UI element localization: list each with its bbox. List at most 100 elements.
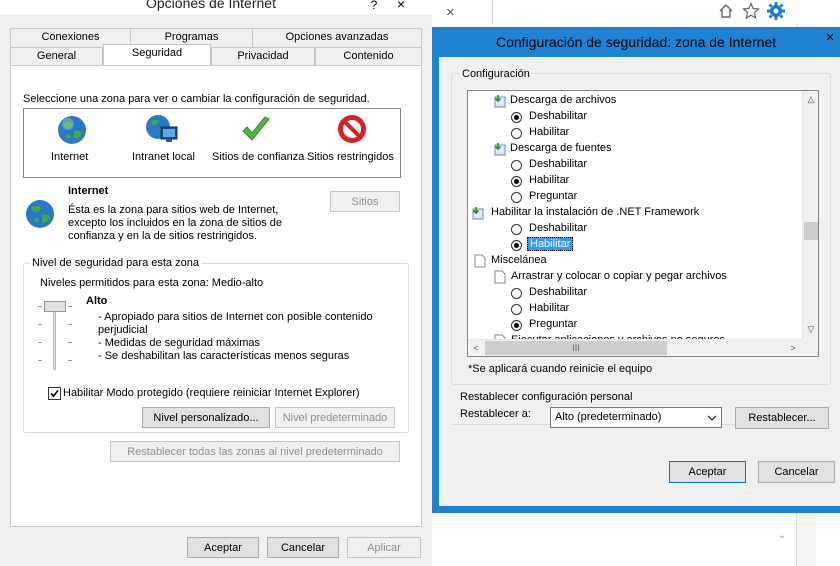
default-level-button[interactable]: Nivel predeterminado [275, 407, 395, 428]
scroll-up-arrow[interactable]: △ [803, 91, 818, 107]
tree-row[interactable]: Habilitar [468, 301, 802, 317]
radio-button[interactable] [511, 192, 522, 203]
close-button[interactable]: × [820, 29, 840, 51]
tree-row-label: Preguntar [529, 318, 578, 330]
tree-row[interactable]: Habilitar [468, 173, 802, 189]
level-bullet: - Medidas de seguridad máximas [98, 337, 261, 349]
protected-mode-checkbox[interactable] [48, 387, 61, 400]
tree-row[interactable]: Habilitar [468, 237, 802, 253]
custom-level-button[interactable]: Nivel personalizado... [142, 407, 270, 428]
tree-row[interactable]: Habilitar la instalación de .NET Framewo… [468, 205, 802, 221]
reset-button[interactable]: Restablecer... [735, 407, 829, 429]
radio-button[interactable] [511, 320, 522, 331]
browser-tab-divider [492, 0, 493, 24]
scroll-thumb[interactable] [804, 222, 818, 240]
settings-gear-icon[interactable] [766, 1, 786, 21]
level-bullet: - Se deshabilitan las características me… [98, 350, 350, 362]
slider-tick [38, 324, 42, 325]
radio-button[interactable] [511, 288, 522, 299]
cancel-button[interactable]: Cancelar [267, 537, 339, 558]
level-bullet: - Apropiado para sitios de Internet con … [98, 311, 373, 323]
tree-row[interactable]: Miscelánea [468, 253, 802, 269]
radio-button[interactable] [511, 240, 522, 251]
slider-thumb[interactable] [44, 301, 66, 312]
tab-label: Privacidad [237, 50, 289, 62]
apply-button[interactable]: Aplicar [347, 537, 421, 558]
favorites-star-icon[interactable] [742, 2, 760, 20]
zone-description-line: excepto los incluidos en la zona de siti… [68, 217, 283, 229]
tab-general[interactable]: General [10, 47, 103, 66]
tree-row[interactable]: Preguntar [468, 189, 802, 205]
tree-row-label: Descarga de fuentes [510, 142, 612, 154]
slider-tick [68, 360, 72, 361]
tree-row[interactable]: Deshabilitar [468, 109, 802, 125]
group-title: Nivel de seguridad para esta zona [29, 257, 202, 269]
radio-button[interactable] [511, 176, 522, 187]
zone-label: Sitios restringidos [307, 151, 394, 163]
close-icon: × [825, 29, 835, 46]
button-label: Restablecer... [748, 412, 816, 424]
tree-row-label: Habilitar [529, 302, 570, 314]
tab-privacidad[interactable]: Privacidad [211, 47, 315, 66]
ok-button[interactable]: Aceptar [187, 537, 259, 558]
horizontal-scrollbar[interactable]: < III > [468, 339, 802, 356]
tree-row[interactable]: Arrastrar y colocar o copiar y pegar arc… [468, 269, 802, 285]
vertical-scrollbar[interactable]: △ ▽ [802, 91, 818, 339]
group-title: Configuración [460, 68, 532, 80]
radio-button[interactable] [511, 128, 522, 139]
tree-row[interactable]: Descarga de archivos [468, 93, 802, 109]
page-icon [494, 270, 508, 284]
reset-to-select[interactable]: Alto (predeterminado) [550, 407, 722, 428]
zone-internet[interactable]: Internet [25, 111, 117, 169]
tree-row[interactable]: Preguntar [468, 317, 802, 333]
scroll-down-arrow[interactable]: ⌄ [772, 530, 792, 546]
dialog-title: Configuración de seguridad: zona de Inte… [496, 34, 777, 50]
close-button[interactable]: × [386, 0, 416, 12]
button-label: Aceptar [688, 466, 727, 478]
hscroll-thumb[interactable]: III [485, 341, 667, 355]
scroll-right-arrow[interactable]: > [785, 340, 801, 356]
zone-label: Internet [51, 151, 89, 163]
tab-label: Conexiones [41, 31, 100, 43]
tree-row[interactable]: Deshabilitar [468, 157, 802, 173]
home-icon[interactable] [718, 3, 734, 19]
tree-row[interactable]: Deshabilitar [468, 221, 802, 237]
tab-seguridad[interactable]: Seguridad [103, 44, 211, 65]
zone-list[interactable]: Internet Intranet local Sitios de confia… [23, 108, 401, 178]
protected-mode-label: Habilitar Modo protegido (requiere reini… [63, 387, 360, 399]
radio-button[interactable] [511, 224, 522, 235]
button-label: Sitios [351, 195, 379, 208]
radio-button[interactable] [511, 304, 522, 315]
radio-button[interactable] [511, 160, 522, 171]
scroll-left-arrow[interactable]: < [468, 340, 484, 356]
tree-row-label: Miscelánea [491, 254, 547, 266]
download-settings-icon [492, 94, 506, 108]
button-label: Cancelar [280, 541, 326, 554]
tree-row-label: Preguntar [529, 190, 578, 202]
radio-button[interactable] [511, 112, 522, 123]
security-settings-dialog: Configuración de seguridad: zona de Inte… [432, 27, 840, 513]
tree-row[interactable]: Deshabilitar [468, 285, 802, 301]
button-label: Restablecer todas las zonas al nivel pre… [127, 445, 383, 458]
zone-trusted[interactable]: Sitios de confianza [208, 111, 304, 169]
slider-tick [68, 306, 72, 307]
tab-opciones-avanzadas[interactable]: Opciones avanzadas [252, 28, 422, 47]
reset-all-zones-button[interactable]: Restablecer todas las zonas al nivel pre… [110, 441, 400, 462]
ok-button[interactable]: Aceptar [669, 461, 746, 483]
tree-row[interactable]: Habilitar [468, 125, 802, 141]
settings-tree[interactable]: Descarga de archivos Deshabilitar Habilita… [467, 90, 819, 357]
scroll-down-arrow[interactable]: ▽ [803, 321, 818, 337]
security-slider[interactable] [38, 298, 72, 374]
no-entry-icon [338, 115, 366, 143]
help-button[interactable]: ? [363, 0, 385, 12]
zone-restricted[interactable]: Sitios restringidos [306, 111, 400, 169]
tab-label: General [36, 50, 77, 62]
browser-tab-close[interactable]: × [446, 4, 455, 21]
zone-intranet[interactable]: Intranet local [124, 111, 204, 169]
sites-button[interactable]: Sitios [330, 191, 400, 212]
tab-label: Programas [164, 31, 219, 43]
cancel-button[interactable]: Cancelar [758, 461, 835, 483]
slider-tick [68, 342, 72, 343]
tab-contenido[interactable]: Contenido [315, 47, 422, 66]
tree-row[interactable]: Descarga de fuentes [468, 141, 802, 157]
